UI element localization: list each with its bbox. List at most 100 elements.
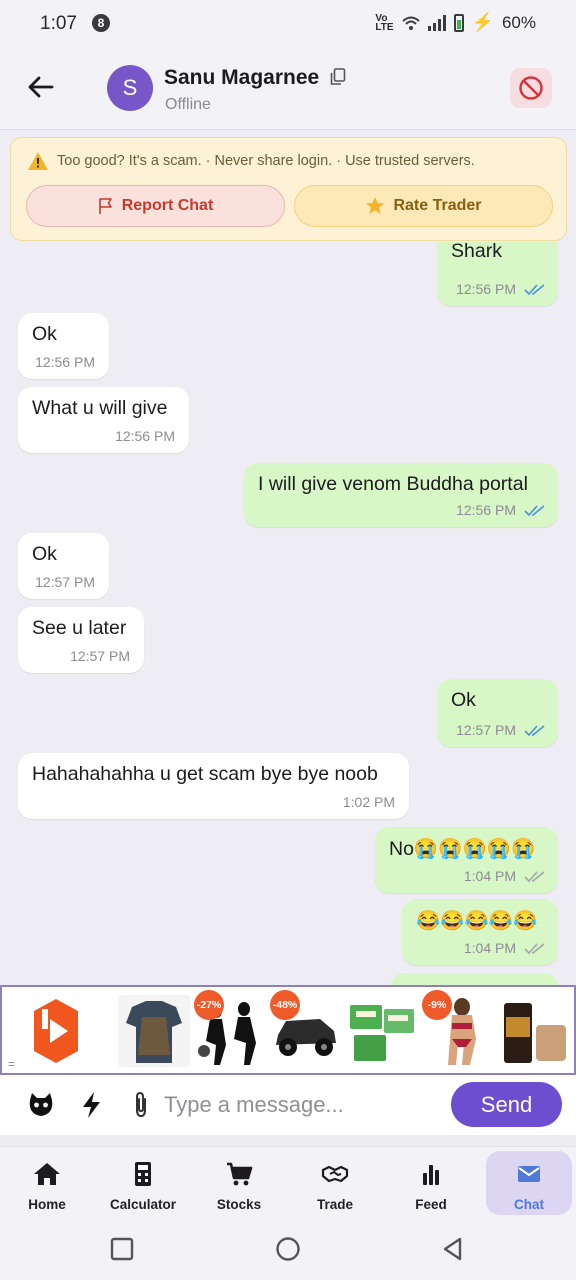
message-time: 1:04 PM [463,940,516,956]
message-bubble-incoming[interactable]: Ok 12:56 PM [18,313,109,379]
status-time: 1:07 [40,13,77,34]
message-text: Ok [451,689,476,711]
contact-status: Offline [165,96,211,113]
message-bubble-outgoing[interactable]: Shark 12:56 PM [437,242,558,306]
scam-warning-banner: Too good? It's a scam. · Never share log… [10,137,567,241]
composer-divider [0,1135,576,1146]
message-list[interactable]: Shark 12:56 PM Ok 12:56 PM What u will g… [0,242,576,985]
message-text: See u later [32,617,127,639]
flag-icon [98,198,112,214]
message-time: 12:56 PM [115,428,175,444]
nav-label: Calculator [109,1197,177,1212]
contact-name: Sanu Magarnee [164,66,320,89]
nav-label: Trade [316,1197,354,1212]
message-text: Hahahahahha u get scam bye bye noob [32,763,378,785]
handshake-icon [321,1165,349,1183]
message-time: 12:57 PM [456,722,516,738]
block-button[interactable] [510,68,552,108]
home-button-icon[interactable] [275,1236,301,1262]
nav-item-chat[interactable]: Chat [486,1151,572,1215]
message-input[interactable] [164,1085,440,1125]
attachment-icon[interactable] [126,1090,156,1120]
message-time: 12:56 PM [35,354,95,370]
message-time: 1:02 PM [342,794,395,810]
star-icon [366,197,385,214]
nav-item-calculator[interactable]: Calculator [100,1151,186,1215]
bar-chart-icon [423,1165,439,1185]
battery-icon [453,13,464,32]
nav-item-trade[interactable]: Trade [292,1151,378,1215]
calculator-icon [135,1162,151,1186]
copy-icon[interactable] [330,68,346,86]
sent-ticks-icon [524,943,545,955]
shop-logo-icon[interactable] [30,995,82,1067]
back-button-icon[interactable] [440,1236,466,1262]
home-icon [34,1163,60,1185]
rate-trader-button[interactable]: Rate Trader [294,185,553,227]
message-time: 1:04 PM [463,868,516,884]
avatar[interactable]: S [107,65,153,111]
report-chat-label: Report Chat [121,197,214,214]
discount-tag: -48% [270,990,300,1020]
ad-product-tshirt[interactable] [118,995,190,1067]
ad-product-supplement-packs[interactable] [346,995,418,1067]
charging-icon: ⚡ [471,12,494,32]
system-navigation-bar [0,1218,576,1280]
discount-tag: -9% [422,990,452,1020]
message-time: 12:56 PM [456,502,516,518]
chat-icon [518,1166,540,1182]
status-bar: 1:07 8 Vo LTE ⚡ 60% [0,0,576,48]
recents-icon[interactable] [109,1236,135,1262]
message-bubble-outgoing[interactable]: 😂😂😂😂😂 1:04 PM [402,899,558,965]
signal-icon [427,14,446,31]
message-bubble-incoming[interactable]: Hahahahahha u get scam bye bye noob 1:02… [18,753,409,819]
message-time: 12:57 PM [70,648,130,664]
sent-ticks-icon [524,871,545,883]
back-arrow-icon[interactable] [24,70,58,104]
read-ticks-icon [524,725,545,737]
message-text: Shark [451,242,502,262]
volte-icon: Vo LTE [375,12,394,33]
report-chat-button[interactable]: Report Chat [26,185,285,227]
nav-label: Feed [415,1197,447,1212]
nav-item-stocks[interactable]: Stocks [196,1151,282,1215]
message-bubble-partial[interactable] [390,973,558,985]
notification-badge: 8 [92,14,110,32]
ad-handle: = [8,1057,16,1071]
message-bubble-incoming[interactable]: See u later 12:57 PM [18,607,144,673]
message-composer: Send [0,1075,576,1135]
discount-tag: -27% [194,990,224,1020]
cart-icon [227,1162,253,1186]
message-text: I will give venom Buddha portal [258,473,528,495]
lightning-icon[interactable] [77,1090,107,1120]
nav-item-feed[interactable]: Feed [388,1151,474,1215]
ad-banner[interactable]: = -27% -48% -9% [0,985,576,1075]
message-text: Ok [32,543,57,565]
message-bubble-outgoing[interactable]: Ok 12:57 PM [437,679,558,747]
status-icons: Vo LTE ⚡ 60% [375,12,536,33]
read-ticks-icon [524,284,545,296]
nav-item-home[interactable]: Home [4,1151,90,1215]
warning-icon [28,152,48,170]
read-ticks-icon [524,505,545,517]
ad-product-supplement-bottle[interactable] [498,995,570,1067]
battery-percent: 60% [501,12,536,32]
nav-label: Stocks [216,1197,262,1212]
message-bubble-incoming[interactable]: Ok 12:57 PM [18,533,109,599]
message-text: 😂😂😂😂😂 [416,910,538,932]
message-text: Ok [32,323,57,345]
rate-trader-label: Rate Trader [393,197,482,214]
message-bubble-incoming[interactable]: What u will give 12:56 PM [18,387,189,453]
send-button[interactable]: Send [451,1082,562,1127]
nav-label: Chat [514,1197,544,1212]
wifi-icon [401,16,420,30]
message-text: No😭😭😭😭😭 [389,838,536,860]
warning-text: Too good? It's a scam. · Never share log… [57,153,475,169]
mascot-icon[interactable] [26,1090,56,1120]
bottom-navigation: Home Calculator Stocks Trade Feed Chat [0,1146,576,1218]
message-bubble-outgoing[interactable]: I will give venom Buddha portal 12:56 PM [244,463,558,527]
message-time: 12:56 PM [456,281,516,297]
message-bubble-outgoing[interactable]: No😭😭😭😭😭 1:04 PM [375,827,558,893]
message-text: What u will give [32,397,168,419]
chat-header: S Sanu Magarnee Offline [0,48,576,130]
